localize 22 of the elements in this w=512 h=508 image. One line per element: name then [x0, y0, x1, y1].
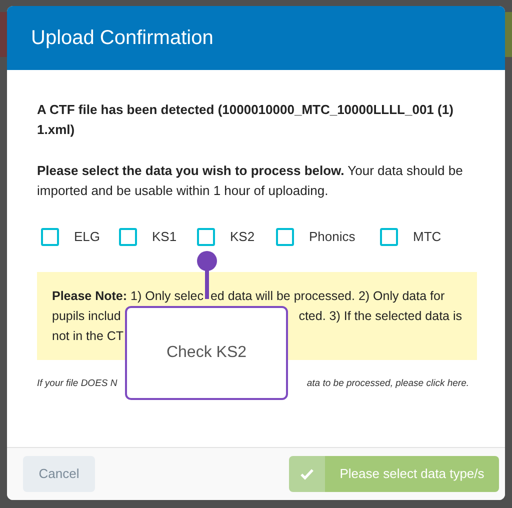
dialog-title: Upload Confirmation — [31, 26, 214, 51]
instruction-text: Please select the data you wish to process below. Your data should be imported and be usable within 1 hour of uploading. — [37, 162, 464, 200]
note-text: pupils includ — [52, 308, 121, 325]
checkbox-label[interactable]: ELG — [74, 227, 100, 247]
checkbox[interactable] — [41, 228, 59, 246]
checkbox[interactable] — [119, 228, 137, 246]
checkbox[interactable] — [197, 228, 215, 246]
checkbox-label[interactable]: KS1 — [152, 227, 177, 247]
tooltip-text: Check KS2 — [166, 343, 247, 363]
checkbox-label[interactable]: KS2 — [230, 227, 255, 247]
detected-message: A CTF file has been detected (1000010000_MTC_10000LLLL_001 (1) 1.xml) — [37, 101, 454, 139]
note-text: cted. 3) If the selected data is — [298, 308, 462, 325]
check-icon — [300, 468, 314, 480]
checkbox-label[interactable]: MTC — [413, 227, 442, 247]
checkbox[interactable] — [380, 228, 398, 246]
help-text: ata to be processed, please click here. — [306, 377, 469, 391]
checkbox[interactable] — [276, 228, 294, 246]
note-text: Please Note: 1) Only selec — [52, 288, 204, 305]
checkbox-label[interactable]: Phonics — [309, 227, 356, 247]
note-text: not in the CT — [52, 328, 124, 345]
help-text: If your file DOES N — [37, 377, 118, 391]
note-text: ed data will be processed. 2) Only data for — [210, 288, 445, 305]
